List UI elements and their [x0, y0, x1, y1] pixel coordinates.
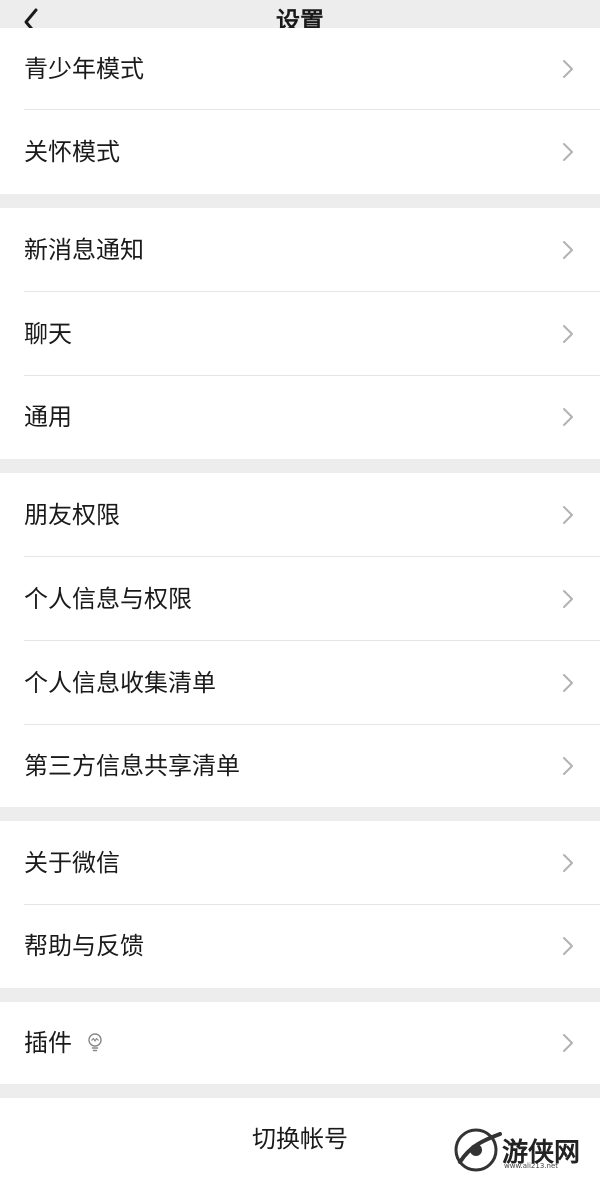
- chevron-right-icon: [563, 241, 573, 259]
- settings-item-label: 新消息通知: [24, 236, 144, 264]
- settings-item-label: 第三方信息共享清单: [24, 752, 240, 780]
- chevron-right-icon: [563, 757, 573, 775]
- watermark-url: www.ali213.net: [504, 1162, 559, 1170]
- chevron-right-icon: [563, 590, 573, 608]
- settings-item-general[interactable]: 通用: [0, 376, 600, 459]
- settings-item-label: 通用: [24, 403, 72, 431]
- settings-item-friend-permissions[interactable]: 朋友权限: [0, 473, 600, 557]
- bulb-icon: [88, 1033, 102, 1052]
- watermark-emblem-icon: [454, 1128, 502, 1172]
- settings-item-help-feedback[interactable]: 帮助与反馈: [0, 905, 600, 988]
- chevron-right-icon: [563, 60, 573, 78]
- settings-item-label: 朋友权限: [24, 501, 120, 529]
- settings-group-3: 朋友权限 个人信息与权限 个人信息收集清单 第三方信息共享清单: [0, 473, 600, 807]
- settings-item-label: 关怀模式: [24, 138, 120, 166]
- settings-item-label: 关于微信: [24, 849, 120, 877]
- chevron-right-icon: [563, 1034, 573, 1052]
- settings-group-5: 插件: [0, 1002, 600, 1084]
- chevron-right-icon: [563, 143, 573, 161]
- settings-group-4: 关于微信 帮助与反馈: [0, 821, 600, 988]
- chevron-right-icon: [563, 854, 573, 872]
- settings-group-2: 新消息通知 聊天 通用: [0, 208, 600, 459]
- chevron-right-icon: [563, 506, 573, 524]
- settings-item-plugins[interactable]: 插件: [0, 1002, 600, 1084]
- settings-item-label: 个人信息收集清单: [24, 669, 216, 697]
- settings-item-personal-info-collection-list[interactable]: 个人信息收集清单: [0, 641, 600, 725]
- settings-item-chat[interactable]: 聊天: [0, 292, 600, 376]
- settings-group-1: 青少年模式 关怀模式: [0, 28, 600, 194]
- settings-item-label: 青少年模式: [24, 55, 144, 83]
- chevron-right-icon: [563, 325, 573, 343]
- settings-item-third-party-sharing-list[interactable]: 第三方信息共享清单: [0, 725, 600, 807]
- settings-item-label: 聊天: [24, 320, 72, 348]
- watermark-logo: 游侠网 www.ali213.net: [450, 1126, 596, 1174]
- settings-item-personal-info-permissions[interactable]: 个人信息与权限: [0, 557, 600, 641]
- settings-item-label: 帮助与反馈: [24, 932, 144, 960]
- settings-item-notifications[interactable]: 新消息通知: [0, 208, 600, 292]
- settings-item-care-mode[interactable]: 关怀模式: [0, 110, 600, 194]
- chevron-right-icon: [563, 937, 573, 955]
- settings-item-label: 插件: [24, 1029, 72, 1057]
- chevron-right-icon: [563, 408, 573, 426]
- settings-item-label: 个人信息与权限: [24, 585, 192, 613]
- settings-item-teen-mode[interactable]: 青少年模式: [0, 28, 600, 110]
- settings-item-about-wechat[interactable]: 关于微信: [0, 821, 600, 905]
- chevron-right-icon: [563, 674, 573, 692]
